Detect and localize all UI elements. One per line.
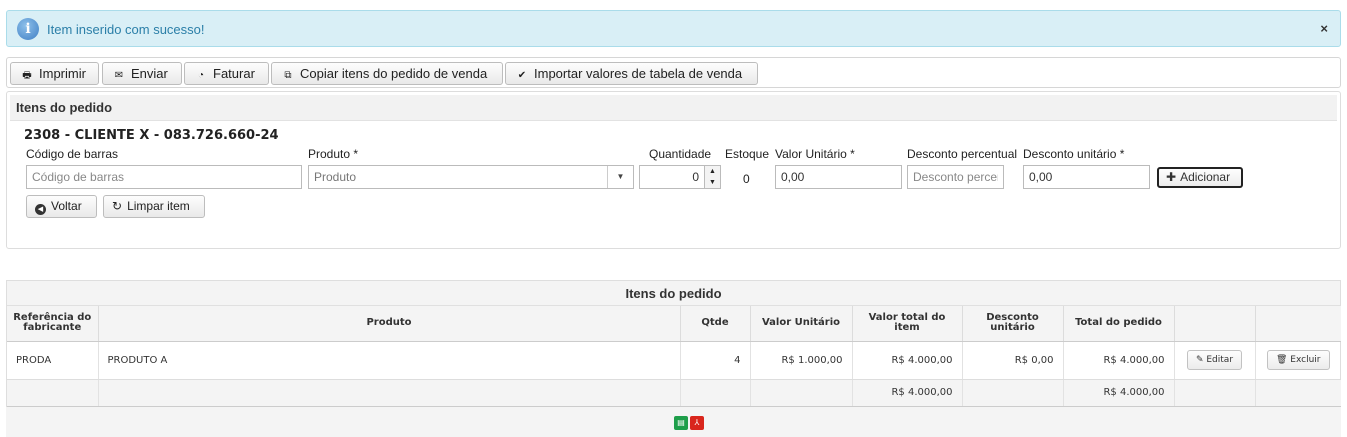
cell-delete: 🗑 Excluir — [1255, 341, 1341, 380]
header-product: Produto — [98, 306, 681, 342]
totals-cell-empty-2 — [98, 379, 681, 407]
items-table: Referência do fabricante Produto Qtde Va… — [7, 306, 1341, 407]
pencil-icon: ✎ — [1195, 355, 1204, 365]
totals-order-total: R$ 4.000,00 — [1063, 379, 1175, 407]
totals-cell-empty-1 — [7, 379, 99, 407]
quantity-value: 0 — [692, 170, 699, 184]
quantity-spinner[interactable]: ▲ ▼ — [704, 166, 720, 188]
quantity-label: Quantidade — [649, 147, 712, 161]
totals-cell-empty-4 — [750, 379, 853, 407]
header-edit — [1174, 306, 1256, 342]
stock-value: 0 — [743, 172, 750, 186]
invoice-label: Faturar — [213, 66, 255, 81]
delete-item-button[interactable]: 🗑 Excluir — [1266, 350, 1330, 370]
add-item-button[interactable]: ✚ Adicionar — [1157, 167, 1243, 188]
chevron-down-icon: ▼ — [607, 166, 633, 188]
excel-icon[interactable]: ▤ — [674, 416, 688, 430]
import-values-button[interactable]: ✔ Importar valores de tabela de venda — [505, 62, 758, 85]
product-label: Produto * — [308, 147, 359, 161]
unit-discount-text: 0,00 — [1029, 170, 1053, 184]
product-select-value: Produto — [314, 170, 357, 184]
stock-label: Estoque — [725, 147, 770, 161]
barcode-input[interactable] — [26, 165, 302, 189]
trash-icon: 🗑 — [1275, 355, 1288, 365]
toolbar: 🖶 Imprimir ✉ Enviar ◔ Faturar ⧉ Copiar itens… — [6, 57, 1341, 88]
cell-order-total: R$ 4.000,00 — [1063, 341, 1175, 380]
invoice-button[interactable]: ◔ Faturar — [184, 62, 269, 85]
delete-label: Excluir — [1290, 355, 1321, 365]
import-label: Importar valores de tabela de venda — [534, 66, 743, 81]
form-title: Itens do pedido — [10, 95, 1337, 121]
order-items-form: Itens do pedido 2308 - CLIENTE X - 083.7… — [6, 91, 1341, 249]
totals-cell-empty-7 — [1255, 379, 1341, 407]
cell-edit: ✎ Editar — [1174, 341, 1256, 380]
spin-down-icon[interactable]: ▼ — [705, 177, 720, 188]
envelope-icon: ✉ — [114, 70, 124, 81]
unit-discount-input[interactable]: 0,00 — [1023, 165, 1150, 189]
header-unit-discount: Desconto unitário — [962, 306, 1064, 342]
header-order-total: Total do pedido — [1063, 306, 1175, 342]
spin-up-icon[interactable]: ▲ — [705, 166, 720, 177]
copy-items-button[interactable]: ⧉ Copiar itens do pedido de venda — [271, 62, 503, 85]
percent-discount-input[interactable] — [907, 165, 1004, 189]
edit-item-button[interactable]: ✎ Editar — [1186, 350, 1243, 370]
edit-label: Editar — [1206, 355, 1234, 365]
export-footer: ▤ ⅄ — [6, 407, 1341, 437]
check-icon: ✔ — [517, 70, 527, 81]
unit-value-label: Valor Unitário * — [775, 147, 855, 161]
print-button[interactable]: 🖶 Imprimir — [10, 62, 99, 85]
printer-icon: 🖶 — [22, 70, 32, 81]
unit-value-input[interactable]: 0,00 — [775, 165, 902, 189]
cell-item-total: R$ 4.000,00 — [852, 341, 963, 380]
header-qty: Qtde — [680, 306, 751, 342]
success-alert: i Item inserido com sucesso! × — [6, 10, 1341, 47]
items-table-title: Itens do pedido — [7, 281, 1340, 306]
unit-discount-label: Desconto unitário * — [1023, 147, 1125, 161]
cell-unit-value: R$ 1.000,00 — [750, 341, 853, 380]
pdf-icon[interactable]: ⅄ — [690, 416, 704, 430]
send-label: Enviar — [131, 66, 168, 81]
barcode-label: Código de barras — [26, 147, 119, 161]
rss-icon: ◔ — [197, 70, 205, 81]
plus-icon: ✚ — [1166, 170, 1177, 184]
send-button[interactable]: ✉ Enviar — [102, 62, 182, 85]
percent-discount-label: Desconto percentual — [907, 147, 1018, 161]
totals-cell-empty-6 — [1174, 379, 1256, 407]
clear-item-button[interactable]: ↻ Limpar item — [103, 195, 205, 218]
add-label: Adicionar — [1180, 170, 1231, 184]
table-row: PRODA PRODUTO A 4 R$ 1.000,00 R$ 4.000,0… — [7, 341, 1341, 380]
unit-value-text: 0,00 — [781, 170, 805, 184]
cell-unit-discount: R$ 0,00 — [962, 341, 1064, 380]
product-select[interactable]: Produto ▼ — [308, 165, 634, 189]
quantity-stepper[interactable]: 0 ▲ ▼ — [639, 165, 721, 189]
cell-reference: PRODA — [7, 341, 99, 380]
back-button[interactable]: ◀ Voltar — [26, 195, 97, 218]
arrow-left-circle-icon: ◀ — [35, 204, 46, 215]
header-item-total: Valor total do item — [852, 306, 963, 342]
totals-cell-empty-3 — [680, 379, 751, 407]
totals-cell-empty-5 — [962, 379, 1064, 407]
alert-message: Item inserido com sucesso! — [47, 22, 205, 37]
close-alert-button[interactable]: × — [1320, 21, 1328, 36]
cell-qty: 4 — [680, 341, 751, 380]
cell-product: PRODUTO A — [98, 341, 681, 380]
back-label: Voltar — [51, 199, 82, 213]
copy-label: Copiar itens do pedido de venda — [300, 66, 488, 81]
print-label: Imprimir — [39, 66, 86, 81]
header-unit-value: Valor Unitário — [750, 306, 853, 342]
totals-item-total: R$ 4.000,00 — [852, 379, 963, 407]
info-icon: i — [17, 18, 39, 40]
totals-row: R$ 4.000,00 R$ 4.000,00 — [7, 379, 1341, 407]
header-reference: Referência do fabricante — [7, 306, 99, 342]
clear-label: Limpar item — [127, 199, 190, 213]
refresh-icon: ↻ — [112, 199, 123, 213]
client-info: 2308 - CLIENTE X - 083.726.660-24 — [24, 128, 279, 143]
copy-icon: ⧉ — [284, 70, 292, 81]
header-delete — [1255, 306, 1341, 342]
